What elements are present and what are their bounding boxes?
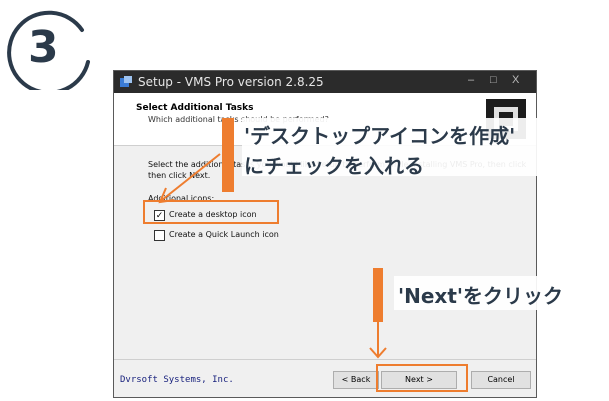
checkbox-callout-line-2: にチェックを入れる — [244, 154, 424, 178]
quick-launch-checkbox[interactable] — [154, 230, 165, 241]
back-button[interactable]: < Back — [333, 371, 379, 389]
step-number: 3 — [28, 22, 59, 73]
arrow-to-checkbox-icon — [158, 153, 221, 204]
quick-launch-label: Create a Quick Launch icon — [169, 230, 279, 239]
checkbox-callout-line-1: 'デスクトップアイコンを作成' — [244, 124, 516, 148]
maximize-button[interactable]: □ — [490, 74, 497, 86]
arrow-to-next-icon — [369, 320, 387, 359]
minimize-button[interactable]: – — [468, 74, 474, 86]
callout-bar-next — [373, 268, 383, 322]
footer-divider — [114, 359, 536, 360]
cancel-button[interactable]: Cancel — [471, 371, 531, 389]
header-title: Select Additional Tasks — [136, 103, 254, 113]
setup-app-icon — [120, 76, 132, 87]
window-title: Setup - VMS Pro version 2.8.25 — [138, 75, 324, 89]
company-name: Dvrsoft Systems, Inc. — [120, 375, 234, 385]
next-callout: 'Next'をクリック — [398, 284, 564, 308]
title-bar: Setup - VMS Pro version 2.8.25 – □ X — [114, 71, 536, 93]
next-button-highlight — [376, 364, 468, 392]
close-button[interactable]: X — [512, 74, 519, 86]
